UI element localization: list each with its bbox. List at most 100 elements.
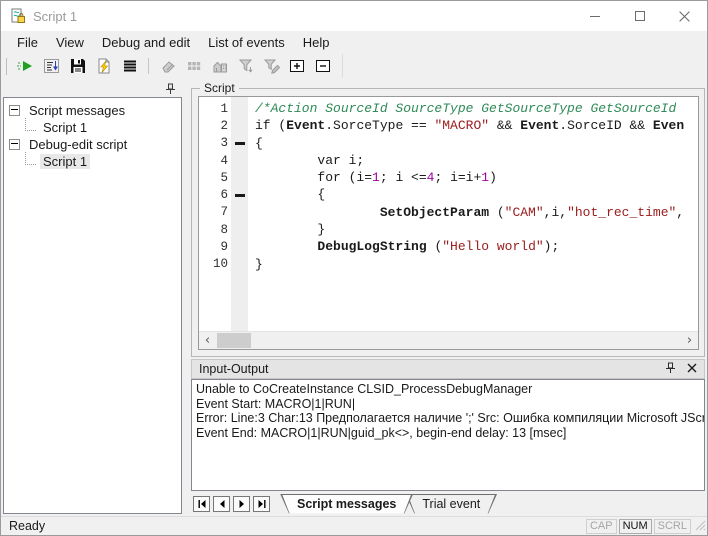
log-lines-icon[interactable] — [118, 56, 141, 76]
tree-expander-icon[interactable] — [9, 105, 20, 116]
tree-item-label: Script messages — [26, 103, 128, 118]
caption-buttons — [572, 1, 707, 31]
code-line[interactable]: 3{ — [199, 135, 698, 152]
tree-item-label: Script 1 — [40, 154, 90, 169]
code-line[interactable]: 10} — [199, 256, 698, 273]
line-number: 9 — [199, 240, 231, 254]
code-lines: 1 /*Action SourceId SourceType GetSourceT… — [199, 97, 698, 331]
tree-item[interactable]: Script messages — [4, 102, 181, 119]
menu-item-file[interactable]: File — [8, 33, 47, 52]
menu-item-help[interactable]: Help — [294, 33, 339, 52]
output-log[interactable]: Unable to CoCreateInstance CLSID_Process… — [191, 379, 705, 491]
toolbar-grip[interactable] — [6, 58, 7, 75]
nav-first-icon[interactable] — [193, 496, 210, 512]
nav-last-icon[interactable] — [253, 496, 270, 512]
scroll-right-arrow-icon[interactable]: › — [681, 332, 698, 349]
output-panel: Input-Output Unable to CoCreateInstance … — [191, 359, 705, 514]
code-line[interactable]: 6 { — [199, 186, 698, 203]
tree-item[interactable]: Debug-edit script — [4, 136, 181, 153]
menu-item-list-of-events[interactable]: List of events — [199, 33, 294, 52]
editor-hscrollbar[interactable]: ‹ › — [199, 331, 698, 349]
line-number: 3 — [199, 136, 231, 150]
resize-grip[interactable] — [694, 519, 706, 534]
eraser-icon — [156, 56, 179, 76]
code-line[interactable]: 5 for (i=1; i <=4; i=i+1) — [199, 169, 698, 186]
code-line[interactable]: 1 /*Action SourceId SourceType GetSourceT… — [199, 100, 698, 117]
scrollbar-thumb[interactable] — [217, 333, 251, 348]
tree-item-label: Debug-edit script — [26, 137, 130, 152]
script-group-label: Script — [200, 81, 239, 95]
nav-next-icon[interactable] — [233, 496, 250, 512]
tree-connector — [25, 152, 36, 165]
window-title: Script 1 — [33, 9, 77, 24]
code-line[interactable]: 4 var i; — [199, 152, 698, 169]
output-tab-bar: Script messages Trial event — [193, 493, 705, 514]
plus-icon[interactable] — [286, 56, 309, 76]
scrollbar-track[interactable] — [216, 332, 681, 349]
statuskey-scrl: SCRL — [654, 519, 691, 534]
tree-item[interactable]: Script 1 — [4, 119, 181, 136]
tab-script-messages[interactable]: Script messages — [280, 494, 413, 514]
fold-margin — [231, 100, 248, 117]
tree-item-label: Script 1 — [40, 120, 90, 135]
tab-trial-event[interactable]: Trial event — [405, 494, 497, 514]
tab-label: Script messages — [297, 497, 396, 511]
tree-connector — [25, 118, 36, 131]
code-line[interactable]: 8 } — [199, 221, 698, 238]
grid-icon — [182, 56, 205, 76]
filter-edit-icon — [260, 56, 283, 76]
toolbar — [1, 53, 707, 79]
run-icon[interactable] — [14, 56, 37, 76]
code-text: } — [248, 221, 325, 238]
code-editor[interactable]: 1 /*Action SourceId SourceType GetSourceT… — [198, 96, 699, 350]
line-number: 1 — [199, 102, 231, 116]
code-line[interactable]: 7 SetObjectParam ("CAM",i,"hot_rec_time"… — [199, 204, 698, 221]
script-groupbox: Script 1/*Action SourceId SourceType Get… — [191, 88, 705, 357]
pin-icon[interactable] — [665, 362, 676, 377]
close-icon[interactable] — [687, 362, 697, 376]
line-number: 8 — [199, 223, 231, 237]
main-area: Script messages Script 1 Debug-edit script… — [1, 79, 707, 516]
minimize-button[interactable] — [572, 1, 617, 31]
tree-item[interactable]: Script 1 — [4, 153, 181, 170]
maximize-button[interactable] — [617, 1, 662, 31]
script-app-icon — [10, 8, 26, 24]
scroll-left-arrow-icon[interactable]: ‹ — [199, 332, 216, 349]
menu-item-debug-and-edit[interactable]: Debug and edit — [93, 33, 199, 52]
filter-down-icon — [234, 56, 257, 76]
code-text: for (i=1; i <=4; i=i+1) — [248, 169, 497, 186]
statuskey-cap: CAP — [586, 519, 617, 534]
line-number: 5 — [199, 171, 231, 185]
fold-margin — [231, 152, 248, 169]
building-icon — [208, 56, 231, 76]
script-tree: Script messages Script 1 Debug-edit script… — [3, 97, 182, 514]
code-text: { — [248, 135, 263, 152]
fold-margin — [231, 221, 248, 238]
app-window: Script 1 FileViewDebug and editList of e… — [0, 0, 708, 536]
tree-panel: Script messages Script 1 Debug-edit script… — [1, 79, 184, 516]
toolbar-separator — [148, 58, 149, 74]
minus-icon[interactable] — [312, 56, 335, 76]
nav-prev-icon[interactable] — [213, 496, 230, 512]
code-text: /*Action SourceId SourceType GetSourceTy… — [248, 100, 676, 117]
statuskey-num: NUM — [619, 519, 652, 534]
menu-bar: FileViewDebug and editList of eventsHelp — [1, 31, 707, 53]
tree-expander-icon[interactable] — [9, 139, 20, 150]
code-line[interactable]: 2if (Event.SorceType == "MACRO" && Event… — [199, 117, 698, 134]
code-line[interactable]: 9 DebugLogString ("Hello world"); — [199, 238, 698, 255]
line-number: 10 — [199, 257, 231, 271]
script-lightning-icon[interactable] — [92, 56, 115, 76]
line-number: 2 — [199, 119, 231, 133]
output-log-line: Unable to CoCreateInstance CLSID_Process… — [196, 382, 700, 397]
fold-margin — [231, 204, 248, 221]
fold-margin — [231, 169, 248, 186]
title-bar: Script 1 — [1, 1, 707, 31]
fold-margin — [231, 186, 248, 203]
menu-item-view[interactable]: View — [47, 33, 93, 52]
fold-margin — [231, 256, 248, 273]
line-number: 6 — [199, 188, 231, 202]
close-button[interactable] — [662, 1, 707, 31]
save-icon[interactable] — [66, 56, 89, 76]
fold-margin — [231, 117, 248, 134]
list-download-icon[interactable] — [40, 56, 63, 76]
